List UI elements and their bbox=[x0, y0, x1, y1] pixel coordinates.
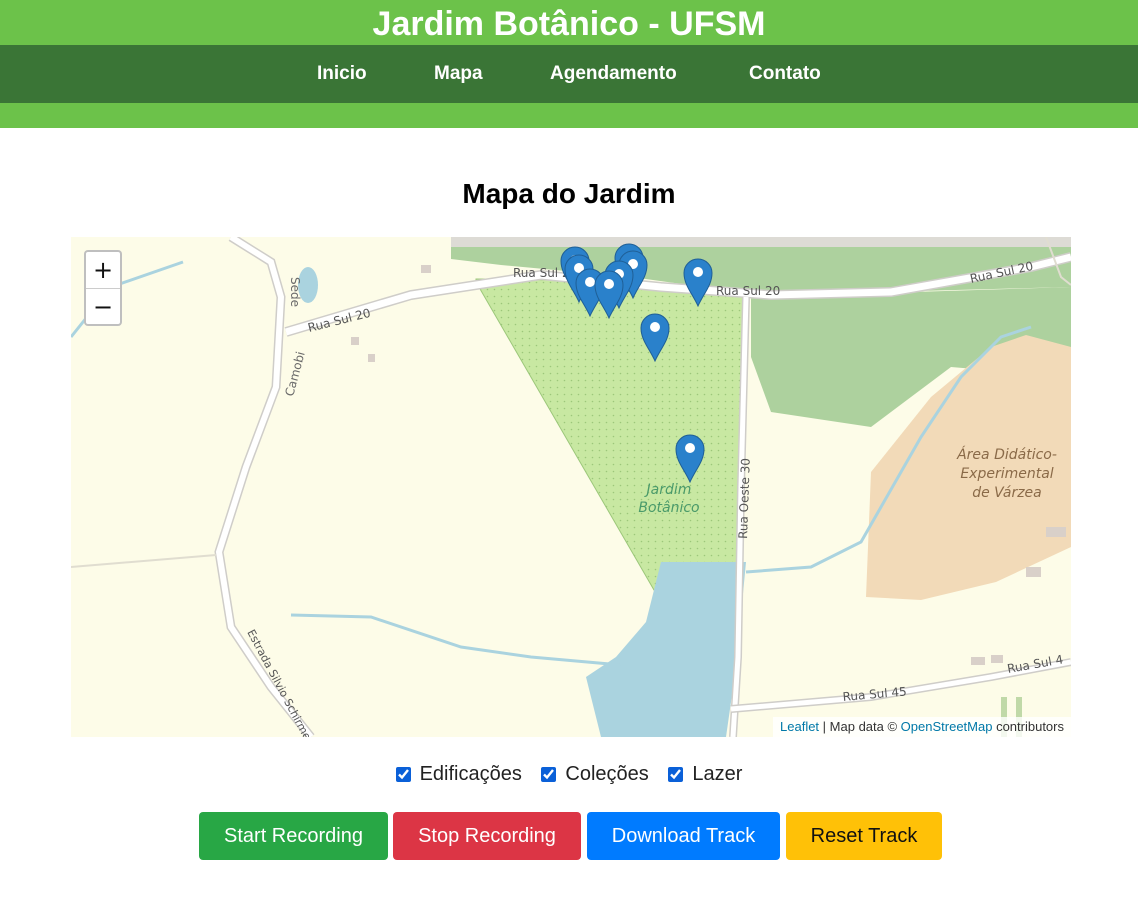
attribution-suffix: contributors bbox=[992, 719, 1064, 734]
map-label-botanico: Botânico bbox=[638, 500, 699, 516]
nav-item-inicio[interactable]: Inicio bbox=[317, 45, 367, 103]
filter-lazer-checkbox[interactable] bbox=[668, 767, 684, 782]
map-pin-icon[interactable] bbox=[674, 433, 706, 484]
zoom-out-button[interactable]: − bbox=[86, 289, 120, 325]
page-heading: Mapa do Jardim bbox=[462, 178, 676, 209]
map-label-jardim: Jardim bbox=[644, 482, 692, 498]
start-recording-button[interactable]: Start Recording bbox=[199, 812, 388, 860]
map-label-area-3: de Várzea bbox=[972, 485, 1042, 501]
site-title: Jardim Botânico - UFSM bbox=[372, 5, 766, 43]
zoom-control: + − bbox=[84, 250, 122, 326]
filter-lazer-label: Lazer bbox=[692, 763, 743, 785]
leaflet-link[interactable]: Leaflet bbox=[780, 719, 819, 734]
map-label-rua-sul-20-east: Rua Sul 20 bbox=[716, 284, 780, 298]
attribution-text: | Map data © bbox=[819, 719, 901, 734]
nav-item-mapa[interactable]: Mapa bbox=[434, 45, 483, 103]
filter-edificacoes-label: Edificações bbox=[419, 763, 522, 785]
layer-filters: Edificações Coleções Lazer bbox=[0, 763, 1138, 788]
map-label-area-2: Experimental bbox=[960, 466, 1053, 482]
nav-item-agendamento[interactable]: Agendamento bbox=[550, 45, 677, 103]
nav-item-contato[interactable]: Contato bbox=[749, 45, 821, 103]
map-container[interactable]: Rua Sul 20 Rua Sul 20 Rua Sul 20 Rua Sul… bbox=[71, 237, 1071, 737]
map-label-sede: Sede bbox=[288, 277, 302, 307]
filter-colecoes-label: Coleções bbox=[565, 763, 649, 785]
download-track-button[interactable]: Download Track bbox=[587, 812, 780, 860]
filter-edificacoes-checkbox[interactable] bbox=[395, 767, 411, 782]
filter-edificacoes[interactable]: Edificações bbox=[395, 763, 522, 786]
filter-lazer[interactable]: Lazer bbox=[668, 763, 742, 786]
map-tiles: Rua Sul 20 Rua Sul 20 Rua Sul 20 Rua Sul… bbox=[71, 237, 1071, 737]
filter-colecoes[interactable]: Coleções bbox=[541, 763, 649, 786]
map-label-area-1: Área Didático- bbox=[956, 446, 1057, 463]
openstreetmap-link[interactable]: OpenStreetMap bbox=[901, 719, 993, 734]
map-label-rua-oeste-30: Rua Oeste 30 bbox=[736, 458, 753, 539]
stop-recording-button[interactable]: Stop Recording bbox=[393, 812, 581, 860]
site-header: Jardim Botânico - UFSM Inicio Mapa Agend… bbox=[0, 0, 1138, 128]
zoom-in-button[interactable]: + bbox=[86, 252, 120, 289]
map-attribution: Leaflet | Map data © OpenStreetMap contr… bbox=[773, 717, 1071, 737]
map-pin-icon[interactable] bbox=[682, 257, 714, 308]
map-pin-icon[interactable] bbox=[639, 312, 671, 363]
filter-colecoes-checkbox[interactable] bbox=[541, 767, 557, 782]
reset-track-button[interactable]: Reset Track bbox=[786, 812, 942, 860]
main-nav: Inicio Mapa Agendamento Contato bbox=[0, 45, 1138, 103]
map-pin-icon[interactable] bbox=[593, 269, 625, 320]
